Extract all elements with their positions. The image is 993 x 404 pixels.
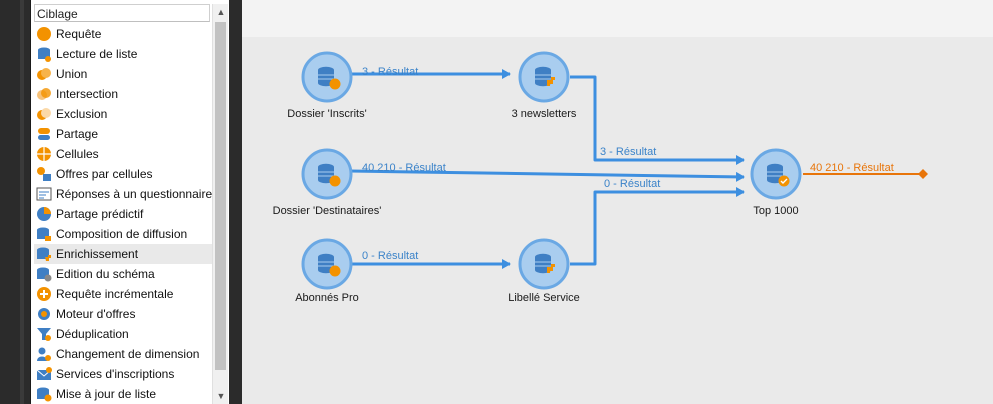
palette-item-label: Mise à jour de liste bbox=[56, 387, 157, 401]
workflow-canvas[interactable]: 3 - Résultat 3 - Résultat 40 210 - Résul… bbox=[242, 37, 993, 404]
palette-item[interactable]: Edition du schéma bbox=[34, 264, 212, 284]
palette-scrollbar[interactable]: ▲ ▼ bbox=[212, 4, 228, 404]
palette-item[interactable]: Réponses à un questionnaire bbox=[34, 184, 212, 204]
palette-item-label: Intersection bbox=[56, 87, 119, 101]
edge-newsletters-to-top[interactable] bbox=[570, 75, 745, 165]
intersection-icon bbox=[36, 86, 52, 102]
palette-item-label: Composition de diffusion bbox=[56, 227, 188, 241]
palette-item[interactable]: Partage prédictif bbox=[34, 204, 212, 224]
workflow-node-destinataires[interactable]: Dossier 'Destinataires' bbox=[273, 148, 382, 217]
survey-icon bbox=[36, 186, 52, 202]
palette-item[interactable]: Requête bbox=[34, 24, 212, 44]
palette-item-label: Union bbox=[56, 67, 88, 81]
palette-item-label: Changement de dimension bbox=[56, 347, 200, 361]
predictive-split-icon bbox=[36, 206, 52, 222]
palette-category-header[interactable]: Ciblage bbox=[34, 4, 210, 22]
palette-item[interactable]: Changement de dimension bbox=[34, 344, 212, 364]
palette-item-label: Moteur d'offres bbox=[56, 307, 136, 321]
palette-item-label: Services d'inscriptions bbox=[56, 367, 175, 381]
palette-item-label: Edition du schéma bbox=[56, 267, 155, 281]
workflow-node-libelle-service[interactable]: Libellé Service bbox=[508, 238, 580, 304]
left-panel-divider bbox=[20, 0, 24, 404]
edge-label: 40 210 - Résultat bbox=[810, 162, 894, 174]
canvas-header-area bbox=[242, 0, 993, 37]
palette-item-label: Requête bbox=[56, 27, 102, 41]
palette-item-label: Exclusion bbox=[56, 107, 108, 121]
edge-label: 3 - Résultat bbox=[362, 66, 418, 78]
list-read-icon bbox=[36, 46, 52, 62]
palette-item[interactable]: Offres par cellules bbox=[34, 164, 212, 184]
palette-item[interactable]: Requête incrémentale bbox=[34, 284, 212, 304]
workflow-diagram: 3 - Résultat 3 - Résultat 40 210 - Résul… bbox=[273, 51, 928, 304]
palette-item[interactable]: Mise à jour de liste bbox=[34, 384, 212, 404]
dimension-change-icon bbox=[36, 346, 52, 362]
dedup-icon bbox=[36, 326, 52, 342]
workflow-node-top-1000[interactable]: Top 1000 bbox=[750, 148, 802, 217]
palette-item[interactable]: Enrichissement bbox=[34, 244, 212, 264]
palette-item-label: Lecture de liste bbox=[56, 47, 138, 61]
offers-cells-icon bbox=[36, 166, 52, 182]
palette-item[interactable]: Partage bbox=[34, 124, 212, 144]
edge-label: 3 - Résultat bbox=[600, 146, 656, 158]
output-endpoint-icon[interactable] bbox=[918, 169, 928, 179]
delivery-composition-icon bbox=[36, 226, 52, 242]
palette-item[interactable]: Déduplication bbox=[34, 324, 212, 344]
node-label: Abonnés Pro bbox=[295, 292, 359, 304]
enrichment-icon bbox=[36, 246, 52, 262]
edge-libelle-to-top[interactable] bbox=[570, 187, 745, 266]
list-update-icon bbox=[36, 386, 52, 402]
palette-item-label: Déduplication bbox=[56, 327, 129, 341]
workflow-node-inscrits[interactable]: Dossier 'Inscrits' bbox=[287, 51, 367, 120]
palette-item[interactable]: Intersection bbox=[34, 84, 212, 104]
workflow-node-abonnes-pro[interactable]: Abonnés Pro bbox=[295, 238, 359, 304]
palette-item-label: Cellules bbox=[56, 147, 99, 161]
left-panel-edge bbox=[0, 0, 30, 404]
palette-item[interactable]: Lecture de liste bbox=[34, 44, 212, 64]
union-icon bbox=[36, 66, 52, 82]
split-icon bbox=[36, 126, 52, 142]
palette-item-label: Partage prédictif bbox=[56, 207, 144, 221]
palette-item-label: Enrichissement bbox=[56, 247, 139, 261]
cells-icon bbox=[36, 146, 52, 162]
subscription-services-icon bbox=[36, 366, 52, 382]
palette-activity-list: Requête Lecture de liste Union Intersection… bbox=[34, 24, 212, 404]
palette-item[interactable]: Exclusion bbox=[34, 104, 212, 124]
palette-item[interactable]: Union bbox=[34, 64, 212, 84]
node-label: Dossier 'Destinataires' bbox=[273, 205, 382, 217]
panel-separator[interactable] bbox=[229, 0, 242, 404]
palette-item[interactable]: Cellules bbox=[34, 144, 212, 164]
workflow-node-newsletters[interactable]: 3 newsletters bbox=[512, 51, 577, 120]
schema-edit-icon bbox=[36, 266, 52, 282]
node-label: Libellé Service bbox=[508, 292, 580, 304]
scrollbar-thumb[interactable] bbox=[215, 22, 226, 370]
edge-label: 0 - Résultat bbox=[362, 250, 418, 262]
edge-label: 40 210 - Résultat bbox=[362, 162, 446, 174]
palette-item[interactable]: Composition de diffusion bbox=[34, 224, 212, 244]
node-label: Top 1000 bbox=[753, 205, 798, 217]
palette-item-label: Réponses à un questionnaire bbox=[56, 187, 213, 201]
node-label: Dossier 'Inscrits' bbox=[287, 108, 366, 120]
palette-item-label: Requête incrémentale bbox=[56, 287, 174, 301]
palette-item[interactable]: Services d'inscriptions bbox=[34, 364, 212, 384]
offer-engine-icon bbox=[36, 306, 52, 322]
incremental-query-icon bbox=[36, 286, 52, 302]
scroll-up-arrow-icon[interactable]: ▲ bbox=[213, 4, 229, 20]
scroll-down-arrow-icon[interactable]: ▼ bbox=[213, 388, 229, 404]
palette-item-label: Offres par cellules bbox=[56, 167, 153, 181]
activity-palette: Ciblage Requête Lecture de liste Union Inte… bbox=[30, 0, 229, 404]
palette-item-label: Partage bbox=[56, 127, 99, 141]
node-label: 3 newsletters bbox=[512, 108, 577, 120]
edge-label: 0 - Résultat bbox=[604, 178, 660, 190]
palette-item[interactable]: Moteur d'offres bbox=[34, 304, 212, 324]
exclusion-icon bbox=[36, 106, 52, 122]
query-icon bbox=[36, 26, 52, 42]
